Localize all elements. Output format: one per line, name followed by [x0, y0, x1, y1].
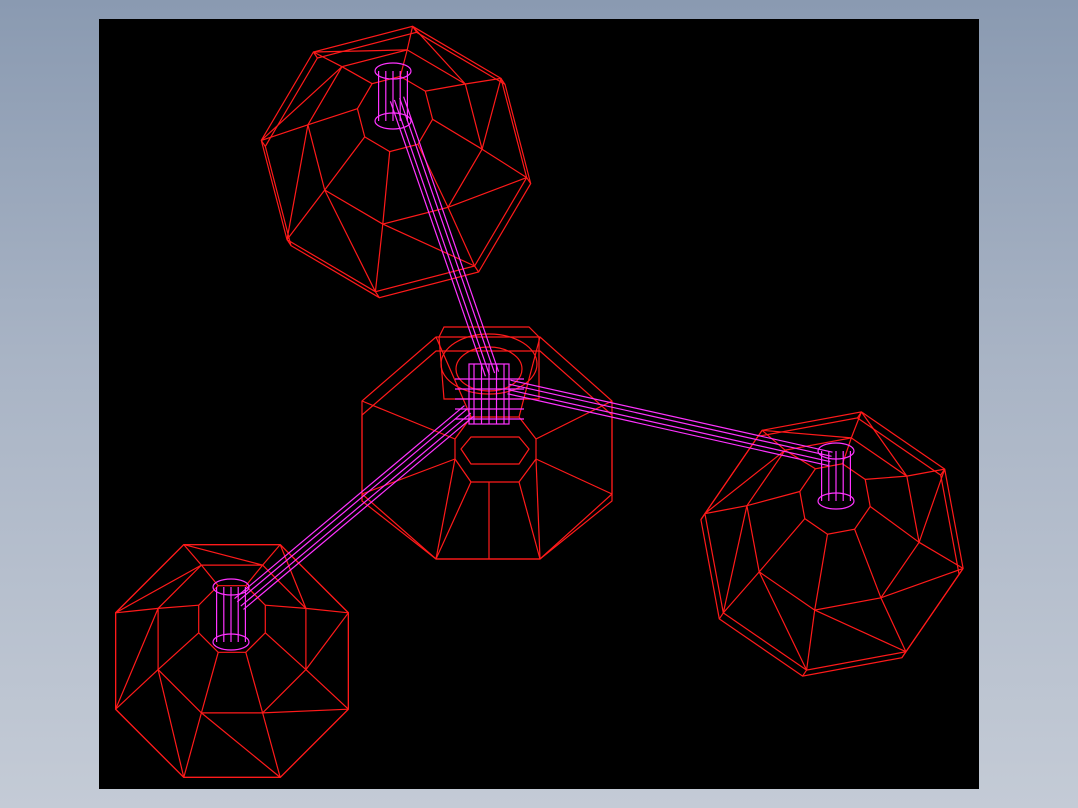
foot-bottom-left-cone-edge: [305, 669, 349, 710]
pipe-bottom-left: [234, 405, 474, 610]
foot-top-left-facet-edge: [286, 124, 309, 240]
hub-cone-edge: [435, 481, 472, 560]
hub-cone-edge: [518, 336, 541, 418]
foot-bottom-left-neck-edge: [265, 604, 306, 609]
foot-right-neck-edge: [865, 475, 907, 480]
foot-right-side-edge: [700, 513, 706, 520]
foot-top-left-neck-edge: [324, 136, 366, 191]
foot-top-left-neck-edge: [425, 83, 466, 92]
foot-bottom-left-cone-edge: [183, 712, 202, 778]
hub-side-edge: [535, 458, 541, 560]
foot-top-left-cone-edge: [313, 51, 343, 68]
foot-bottom-left-neck-edge: [245, 652, 264, 714]
foot-top-left-neck-edge: [417, 144, 449, 208]
foot-top-left-neck-edge: [382, 151, 391, 225]
hub-outer-top: [361, 336, 613, 560]
foot-top-left-cone-edge: [261, 124, 309, 141]
foot-top-left-cone-edge: [286, 189, 326, 240]
foot-right-facet-edge: [918, 468, 946, 543]
foot-bottom-left-neck-edge: [200, 652, 219, 714]
foot-top-left-side-edge: [474, 265, 480, 273]
foot-right-cone-edge: [722, 571, 760, 614]
wireframe-model[interactable]: [99, 19, 979, 789]
foot-top-left-facet-edge: [447, 177, 527, 208]
foot-top-left-cone-edge: [374, 224, 384, 292]
foot-right-facet-edge: [704, 449, 786, 515]
hub-cone-edge: [435, 336, 472, 418]
foot-bottom-left-neck-edge: [157, 632, 200, 671]
foot-right-facet-edge: [880, 567, 964, 599]
hub-side-edge: [435, 458, 456, 560]
foot-right-cone-edge: [906, 468, 945, 477]
foot-right-neck-edge: [814, 534, 829, 611]
foot-right-outer-bottom: [700, 417, 960, 677]
pipe-bottom-left-line: [243, 415, 474, 610]
foot-top-left-neck-edge: [432, 118, 483, 150]
hub-bore: [455, 363, 524, 425]
foot-top-left-facet-edge: [382, 223, 475, 267]
foot-right-neck-edge: [869, 506, 920, 543]
foot-right-facet-edge: [814, 609, 907, 653]
foot-bottom-left-boss: [198, 585, 266, 653]
foot-top-left-cone-edge: [465, 77, 502, 85]
foot-bottom-left-facet-edge: [115, 608, 159, 710]
foot-right-cone-edge: [918, 541, 964, 569]
part-edges: [115, 25, 964, 779]
foot-bottom-left-neck-edge: [158, 604, 199, 609]
cad-viewport[interactable]: [99, 19, 979, 789]
pipe-top-left-line: [393, 99, 490, 376]
foot-top-left-facet-edge: [412, 25, 466, 85]
hub-neck: [460, 436, 530, 465]
foot-top-left-neck-edge: [341, 66, 373, 85]
base-hub: [361, 326, 613, 560]
foot-right-cone-edge: [850, 411, 862, 439]
foot-top-left-facet-edge: [481, 78, 502, 150]
pipe-right-line: [510, 379, 833, 453]
foot-right-facet-edge: [860, 411, 908, 477]
foot-right-cone-edge: [806, 610, 816, 671]
pipe-top-left-line: [399, 97, 496, 374]
foot-bottom-left-cone-edge: [183, 544, 202, 566]
foot-right-side-edge: [718, 612, 724, 620]
foot-right-facet-edge: [758, 571, 808, 671]
pipe-right-line: [507, 393, 830, 467]
foot-right-cone-edge: [704, 505, 748, 515]
foot-bottom-left-cone-ring: [157, 564, 307, 714]
foot-right-outer-top: [704, 411, 964, 671]
hub-inner-ring: [454, 416, 537, 483]
foot-right-cone-edge: [880, 597, 907, 652]
foot-bottom-left-cone-edge: [115, 669, 159, 710]
foot-bottom-left-facet-edge: [183, 544, 263, 566]
foot-bottom-left-facet-edge: [157, 669, 185, 778]
pipe-bottom-left-line: [234, 405, 465, 600]
pipe-bottom-left-line: [236, 408, 468, 603]
foot-right-neck-edge: [758, 518, 806, 573]
foot-top-left: [260, 25, 532, 299]
foot-top-left-neck-edge: [399, 49, 408, 77]
foot-right-boss: [799, 463, 871, 535]
hub-cone-edge: [535, 400, 613, 440]
pipe-right-line: [508, 389, 831, 463]
foot-bottom-left-cone-edge: [305, 607, 349, 614]
foot-bottom-left-neck-edge: [264, 632, 307, 671]
foot-top-left-facet-edge: [313, 49, 408, 53]
foot-bottom-left-facet-edge: [305, 612, 349, 670]
pipe-right-line: [509, 383, 832, 457]
foot-bottom-left-cone-edge: [262, 712, 281, 778]
foot-top-left-facet-edge: [260, 66, 343, 141]
foot-right-facet-edge: [762, 429, 852, 439]
foot-bottom-left: [115, 543, 349, 779]
pipe-top-left-line: [403, 96, 500, 372]
foot-top-left-cone-ring: [307, 49, 483, 225]
foot-top-left-cone-edge: [406, 26, 414, 51]
pipe-bottom-left-line: [240, 412, 472, 607]
foot-right-neck-edge: [854, 528, 882, 599]
hub-cone-edge: [535, 458, 613, 495]
hub-cone-edge: [361, 458, 456, 495]
hub-cone-edge: [361, 400, 456, 440]
foot-bottom-left-facet-edge: [262, 708, 349, 714]
foot-right-facet-edge: [722, 505, 748, 614]
foot-bottom-left-facet-edge: [201, 712, 281, 778]
